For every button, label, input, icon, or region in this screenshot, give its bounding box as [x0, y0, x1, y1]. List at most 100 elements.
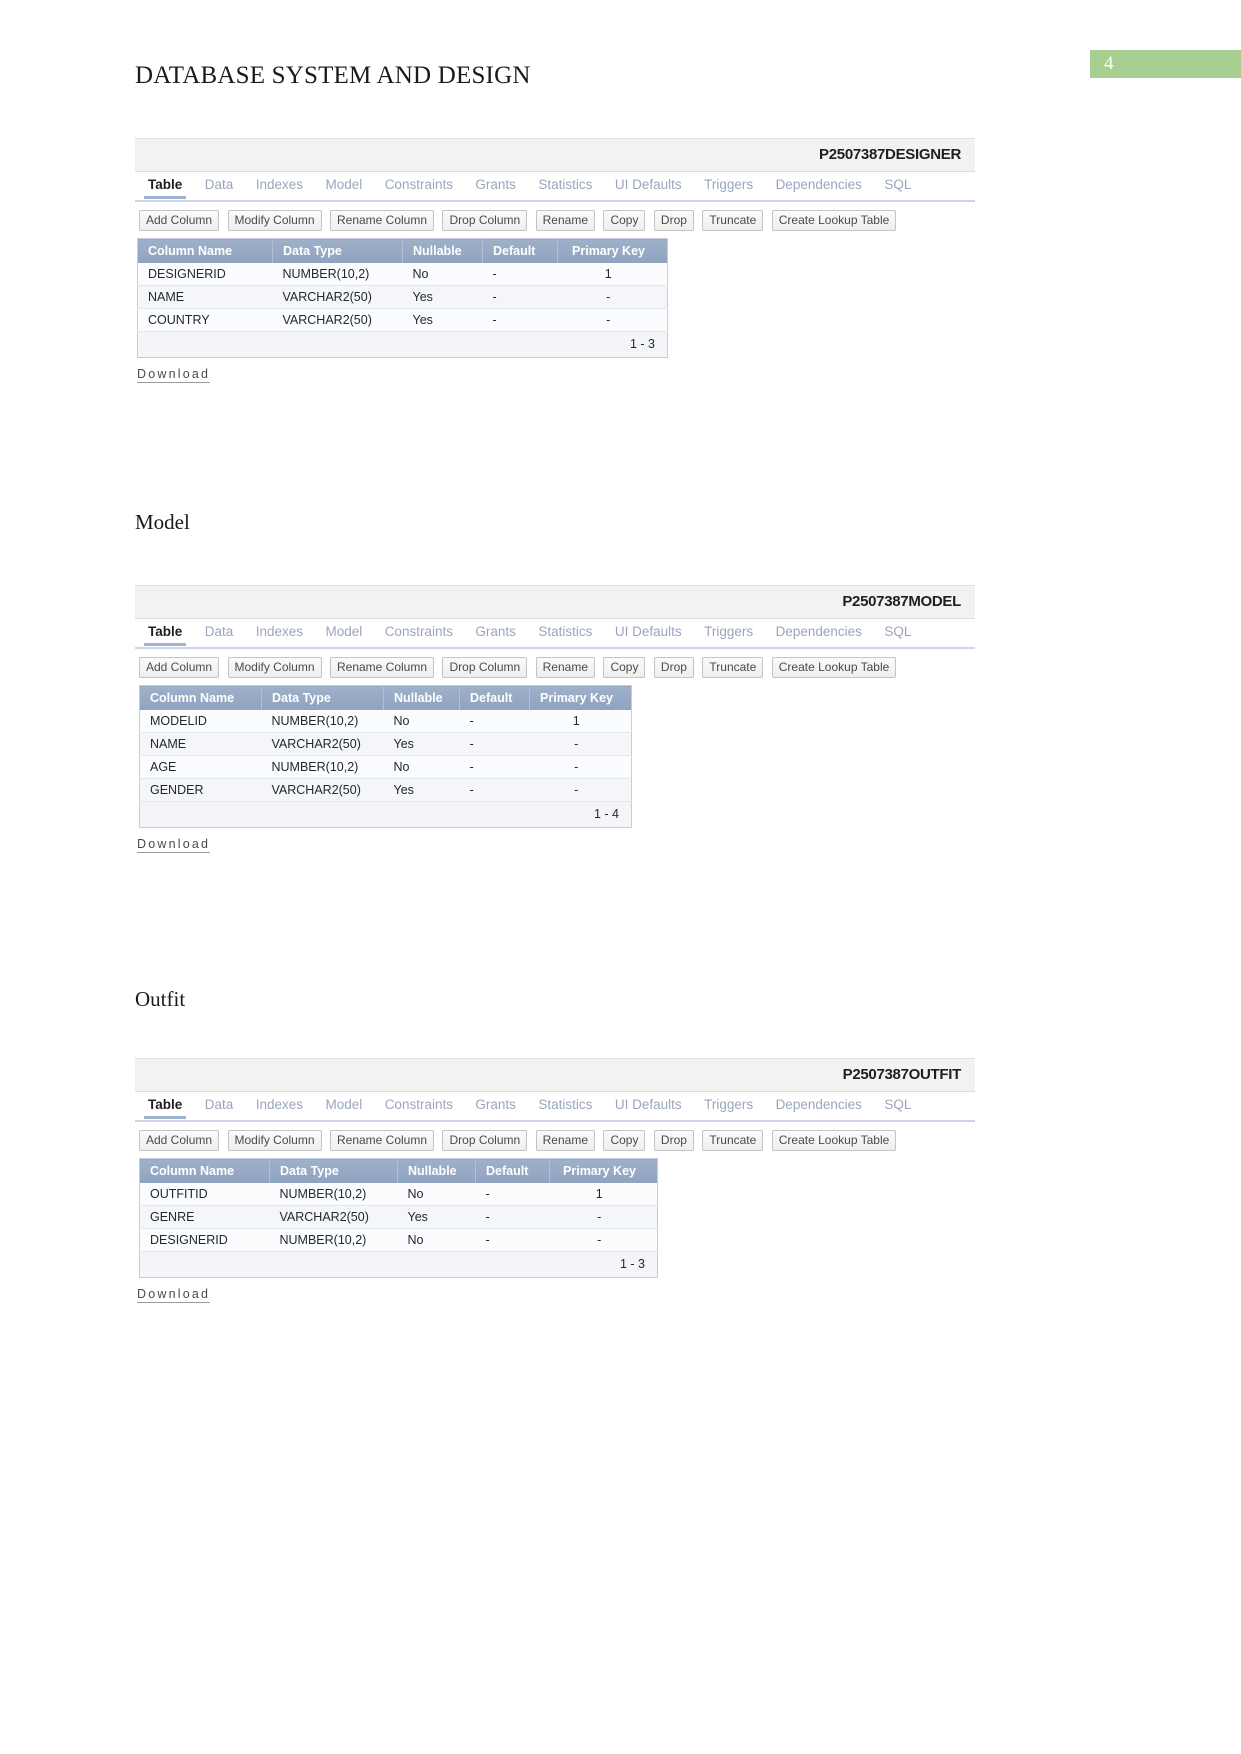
cell-nullable: Yes: [402, 308, 483, 332]
header-data-type[interactable]: Data Type: [261, 685, 384, 710]
row-range-label: 1 - 4: [139, 801, 632, 828]
cell-column-name[interactable]: NAME: [139, 732, 262, 756]
create-lookup-table-button[interactable]: Create Lookup Table: [771, 210, 897, 231]
create-lookup-table-button[interactable]: Create Lookup Table: [771, 657, 897, 678]
modify-column-button[interactable]: Modify Column: [227, 210, 322, 231]
table-row: GENDER VARCHAR2(50) Yes - -: [139, 778, 632, 802]
cell-nullable: No: [397, 1183, 476, 1206]
cell-column-name[interactable]: AGE: [139, 755, 262, 779]
tab-grants[interactable]: Grants: [466, 620, 525, 643]
add-column-button[interactable]: Add Column: [139, 657, 220, 678]
tab-indexes[interactable]: Indexes: [247, 620, 312, 643]
header-primary-key[interactable]: Primary Key: [529, 685, 632, 710]
tab-constraints[interactable]: Constraints: [376, 173, 462, 196]
tab-indexes[interactable]: Indexes: [247, 173, 312, 196]
apex-tab-bar[interactable]: Table Data Indexes Model Constraints Gra…: [135, 172, 975, 202]
tab-triggers[interactable]: Triggers: [695, 620, 762, 643]
drop-button[interactable]: Drop: [653, 657, 694, 678]
header-nullable[interactable]: Nullable: [402, 238, 483, 263]
header-nullable[interactable]: Nullable: [383, 685, 460, 710]
tab-grants[interactable]: Grants: [466, 1093, 525, 1116]
header-data-type[interactable]: Data Type: [272, 238, 403, 263]
tab-sql[interactable]: SQL: [875, 620, 920, 643]
create-lookup-table-button[interactable]: Create Lookup Table: [771, 1130, 897, 1151]
rename-column-button[interactable]: Rename Column: [329, 210, 435, 231]
cell-column-name[interactable]: MODELID: [139, 710, 262, 733]
download-link[interactable]: Download: [137, 837, 211, 853]
tab-data[interactable]: Data: [196, 173, 243, 196]
tab-sql[interactable]: SQL: [875, 173, 920, 196]
add-column-button[interactable]: Add Column: [139, 210, 220, 231]
header-column-name[interactable]: Column Name: [139, 685, 262, 710]
modify-column-button[interactable]: Modify Column: [227, 657, 322, 678]
cell-column-name[interactable]: NAME: [137, 285, 273, 309]
tab-table[interactable]: Table: [139, 173, 191, 199]
header-default[interactable]: Default: [459, 685, 530, 710]
download-link[interactable]: Download: [137, 367, 211, 383]
cell-column-name[interactable]: OUTFITID: [139, 1183, 270, 1206]
tab-model[interactable]: Model: [316, 1093, 371, 1116]
tab-indexes[interactable]: Indexes: [247, 1093, 312, 1116]
tab-triggers[interactable]: Triggers: [695, 1093, 762, 1116]
tab-dependencies[interactable]: Dependencies: [767, 1093, 871, 1116]
add-column-button[interactable]: Add Column: [139, 1130, 220, 1151]
rename-button[interactable]: Rename: [535, 1130, 595, 1151]
cell-column-name[interactable]: GENRE: [139, 1205, 270, 1229]
header-default[interactable]: Default: [482, 238, 558, 263]
header-primary-key[interactable]: Primary Key: [549, 1158, 658, 1183]
header-data-type[interactable]: Data Type: [269, 1158, 398, 1183]
download-link[interactable]: Download: [137, 1287, 211, 1303]
header-primary-key[interactable]: Primary Key: [557, 238, 668, 263]
tab-data[interactable]: Data: [196, 620, 243, 643]
tab-ui-defaults[interactable]: UI Defaults: [606, 173, 691, 196]
rename-button[interactable]: Rename: [535, 657, 595, 678]
drop-column-button[interactable]: Drop Column: [442, 210, 528, 231]
tab-model[interactable]: Model: [316, 173, 371, 196]
apex-tab-bar[interactable]: Table Data Indexes Model Constraints Gra…: [135, 619, 975, 649]
tab-sql[interactable]: SQL: [875, 1093, 920, 1116]
truncate-button[interactable]: Truncate: [702, 210, 764, 231]
tab-data[interactable]: Data: [196, 1093, 243, 1116]
tab-statistics[interactable]: Statistics: [529, 1093, 601, 1116]
header-nullable[interactable]: Nullable: [397, 1158, 476, 1183]
tab-table[interactable]: Table: [139, 620, 191, 646]
apex-panel-model: P2507387MODEL Table Data Indexes Model C…: [135, 585, 975, 853]
drop-column-button[interactable]: Drop Column: [442, 657, 528, 678]
tab-table[interactable]: Table: [139, 1093, 191, 1119]
cell-column-name[interactable]: GENDER: [139, 778, 262, 802]
tab-statistics[interactable]: Statistics: [529, 620, 601, 643]
cell-column-name[interactable]: DESIGNERID: [137, 263, 273, 286]
tab-ui-defaults[interactable]: UI Defaults: [606, 620, 691, 643]
cell-primary-key: -: [549, 1205, 658, 1229]
drop-button[interactable]: Drop: [653, 1130, 694, 1151]
cell-primary-key: -: [557, 285, 668, 309]
header-column-name[interactable]: Column Name: [139, 1158, 270, 1183]
cell-column-name[interactable]: COUNTRY: [137, 308, 273, 332]
section-heading-outfit: Outfit: [135, 987, 186, 1011]
copy-button[interactable]: Copy: [603, 657, 646, 678]
drop-column-button[interactable]: Drop Column: [442, 1130, 528, 1151]
copy-button[interactable]: Copy: [603, 1130, 646, 1151]
rename-column-button[interactable]: Rename Column: [329, 657, 435, 678]
header-default[interactable]: Default: [475, 1158, 550, 1183]
drop-button[interactable]: Drop: [653, 210, 694, 231]
tab-constraints[interactable]: Constraints: [376, 1093, 462, 1116]
tab-dependencies[interactable]: Dependencies: [767, 173, 871, 196]
cell-primary-key: -: [557, 308, 668, 332]
rename-button[interactable]: Rename: [535, 210, 595, 231]
tab-grants[interactable]: Grants: [466, 173, 525, 196]
cell-column-name[interactable]: DESIGNERID: [139, 1228, 270, 1252]
modify-column-button[interactable]: Modify Column: [227, 1130, 322, 1151]
tab-ui-defaults[interactable]: UI Defaults: [606, 1093, 691, 1116]
header-column-name[interactable]: Column Name: [137, 238, 273, 263]
tab-statistics[interactable]: Statistics: [529, 173, 601, 196]
truncate-button[interactable]: Truncate: [702, 657, 764, 678]
tab-dependencies[interactable]: Dependencies: [767, 620, 871, 643]
copy-button[interactable]: Copy: [603, 210, 646, 231]
truncate-button[interactable]: Truncate: [702, 1130, 764, 1151]
tab-constraints[interactable]: Constraints: [376, 620, 462, 643]
tab-model[interactable]: Model: [316, 620, 371, 643]
rename-column-button[interactable]: Rename Column: [329, 1130, 435, 1151]
tab-triggers[interactable]: Triggers: [695, 173, 762, 196]
apex-tab-bar[interactable]: Table Data Indexes Model Constraints Gra…: [135, 1092, 975, 1122]
